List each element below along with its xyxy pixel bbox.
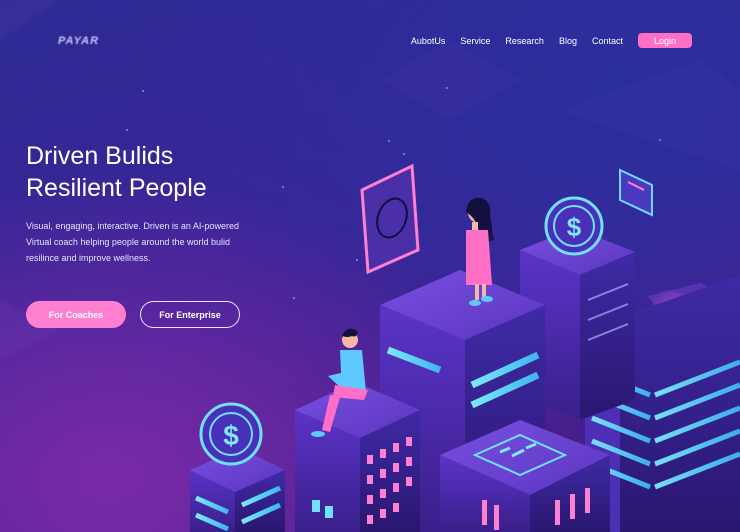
hero-headline: Driven Bulids Resilient People: [26, 140, 207, 204]
for-coaches-button[interactable]: For Coaches: [26, 301, 126, 328]
hero-headline-line-1: Driven Bulids: [26, 142, 174, 170]
phone-card-icon: [619, 168, 653, 217]
top-navigation: PAYAR AubotUs Service Research Blog Cont…: [0, 33, 740, 49]
dollar-coin-icon-bottom: $: [199, 402, 263, 466]
nav-link-blog[interactable]: Blog: [559, 36, 577, 46]
dollar-coin-icon-top: $: [544, 196, 604, 256]
isometric-city-illustration: $ $: [0, 0, 740, 532]
nav-link-service[interactable]: Service: [460, 36, 490, 46]
brand-logo[interactable]: PAYAR: [58, 35, 99, 47]
nav-link-about[interactable]: AubotUs: [411, 36, 446, 46]
hero-description: Visual, engaging, interactive. Driven is…: [26, 221, 239, 263]
login-button[interactable]: Login: [638, 33, 692, 48]
hero-headline-line-2: Resilient People: [26, 174, 207, 202]
document-card-icon: [360, 163, 420, 275]
nav-links: AubotUs Service Research Blog Contact Lo…: [411, 33, 692, 48]
for-enterprise-button[interactable]: For Enterprise: [140, 301, 240, 328]
svg-text:$: $: [223, 420, 239, 451]
nav-link-contact[interactable]: Contact: [592, 36, 623, 46]
landing-page: $ $ PAYAR AubotUs Service Research Blog …: [0, 0, 740, 532]
svg-text:$: $: [567, 212, 582, 242]
nav-link-research[interactable]: Research: [505, 36, 544, 46]
